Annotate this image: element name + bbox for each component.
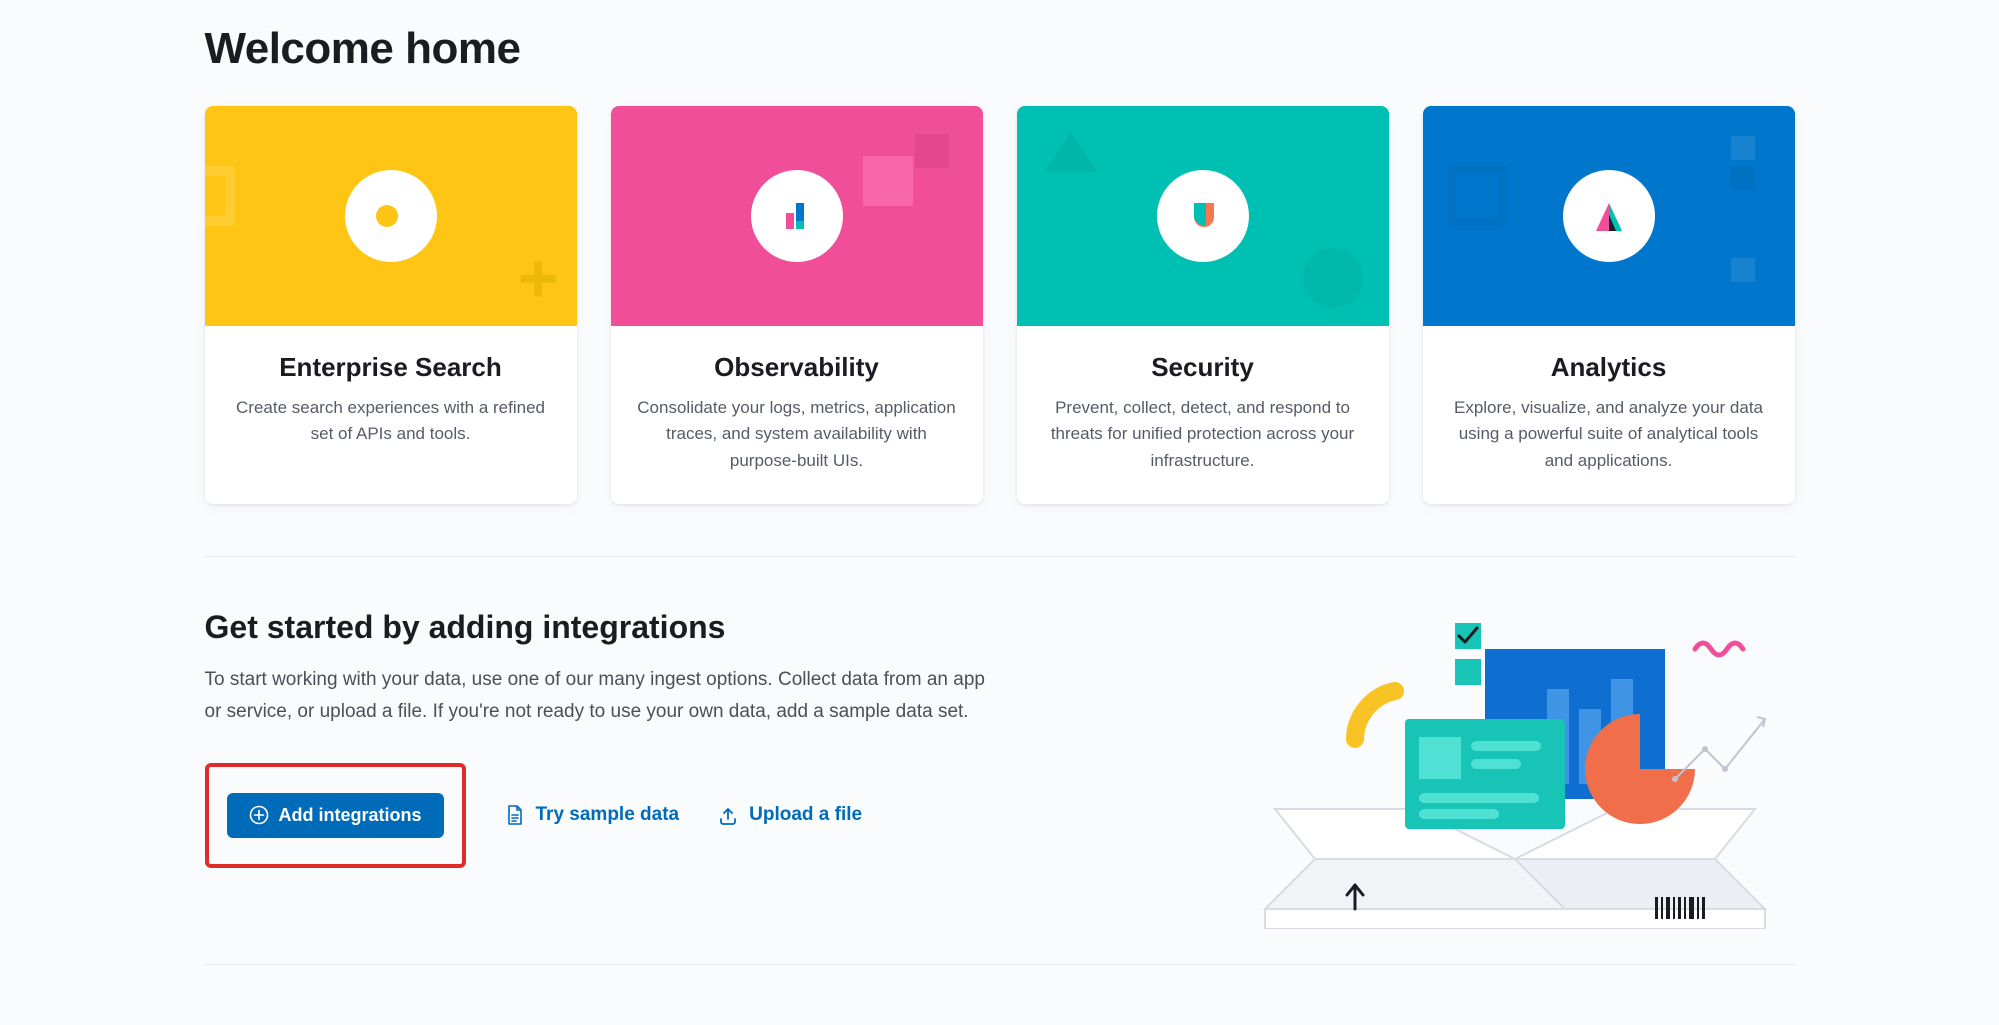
add-integrations-highlight: Add integrations bbox=[205, 763, 466, 868]
upload-icon bbox=[717, 804, 739, 826]
card-body: Security Prevent, collect, detect, and r… bbox=[1017, 326, 1389, 504]
get-started-illustration bbox=[1235, 609, 1795, 934]
card-title: Security bbox=[1039, 352, 1367, 383]
card-analytics[interactable]: Analytics Explore, visualize, and analyz… bbox=[1423, 106, 1795, 504]
card-desc: Create search experiences with a refined… bbox=[227, 395, 555, 448]
try-sample-data-link[interactable]: Try sample data bbox=[504, 804, 680, 826]
card-title: Analytics bbox=[1445, 352, 1773, 383]
card-title: Observability bbox=[633, 352, 961, 383]
card-security[interactable]: Security Prevent, collect, detect, and r… bbox=[1017, 106, 1389, 504]
add-integrations-button[interactable]: Add integrations bbox=[227, 793, 444, 838]
card-body: Enterprise Search Create search experien… bbox=[205, 326, 577, 504]
card-desc: Prevent, collect, detect, and respond to… bbox=[1039, 395, 1367, 474]
card-desc: Consolidate your logs, metrics, applicat… bbox=[633, 395, 961, 474]
upload-file-link[interactable]: Upload a file bbox=[717, 804, 862, 826]
card-body: Analytics Explore, visualize, and analyz… bbox=[1423, 326, 1795, 504]
card-enterprise-search[interactable]: + Enterprise Search Create search experi… bbox=[205, 106, 577, 504]
page-title: Welcome home bbox=[205, 24, 1795, 74]
card-banner bbox=[1423, 106, 1795, 326]
card-banner bbox=[611, 106, 983, 326]
get-started-section: Get started by adding integrations To st… bbox=[205, 609, 1795, 965]
analytics-icon bbox=[1563, 170, 1655, 262]
get-started-body: To start working with your data, use one… bbox=[205, 664, 1005, 729]
card-title: Enterprise Search bbox=[227, 352, 555, 383]
observability-icon bbox=[751, 170, 843, 262]
card-banner bbox=[1017, 106, 1389, 326]
divider bbox=[205, 556, 1795, 557]
solution-cards-row: + Enterprise Search Create search experi… bbox=[205, 106, 1795, 504]
plus-circle-icon bbox=[249, 805, 269, 825]
card-banner: + bbox=[205, 106, 577, 326]
enterprise-search-icon bbox=[345, 170, 437, 262]
add-integrations-label: Add integrations bbox=[279, 805, 422, 826]
card-body: Observability Consolidate your logs, met… bbox=[611, 326, 983, 504]
card-observability[interactable]: Observability Consolidate your logs, met… bbox=[611, 106, 983, 504]
get-started-heading: Get started by adding integrations bbox=[205, 609, 1195, 646]
upload-file-label: Upload a file bbox=[749, 804, 862, 826]
try-sample-data-label: Try sample data bbox=[536, 804, 680, 826]
get-started-actions: Add integrations Try sample data bbox=[205, 763, 1195, 868]
card-desc: Explore, visualize, and analyze your dat… bbox=[1445, 395, 1773, 474]
document-icon bbox=[504, 804, 526, 826]
security-icon bbox=[1157, 170, 1249, 262]
